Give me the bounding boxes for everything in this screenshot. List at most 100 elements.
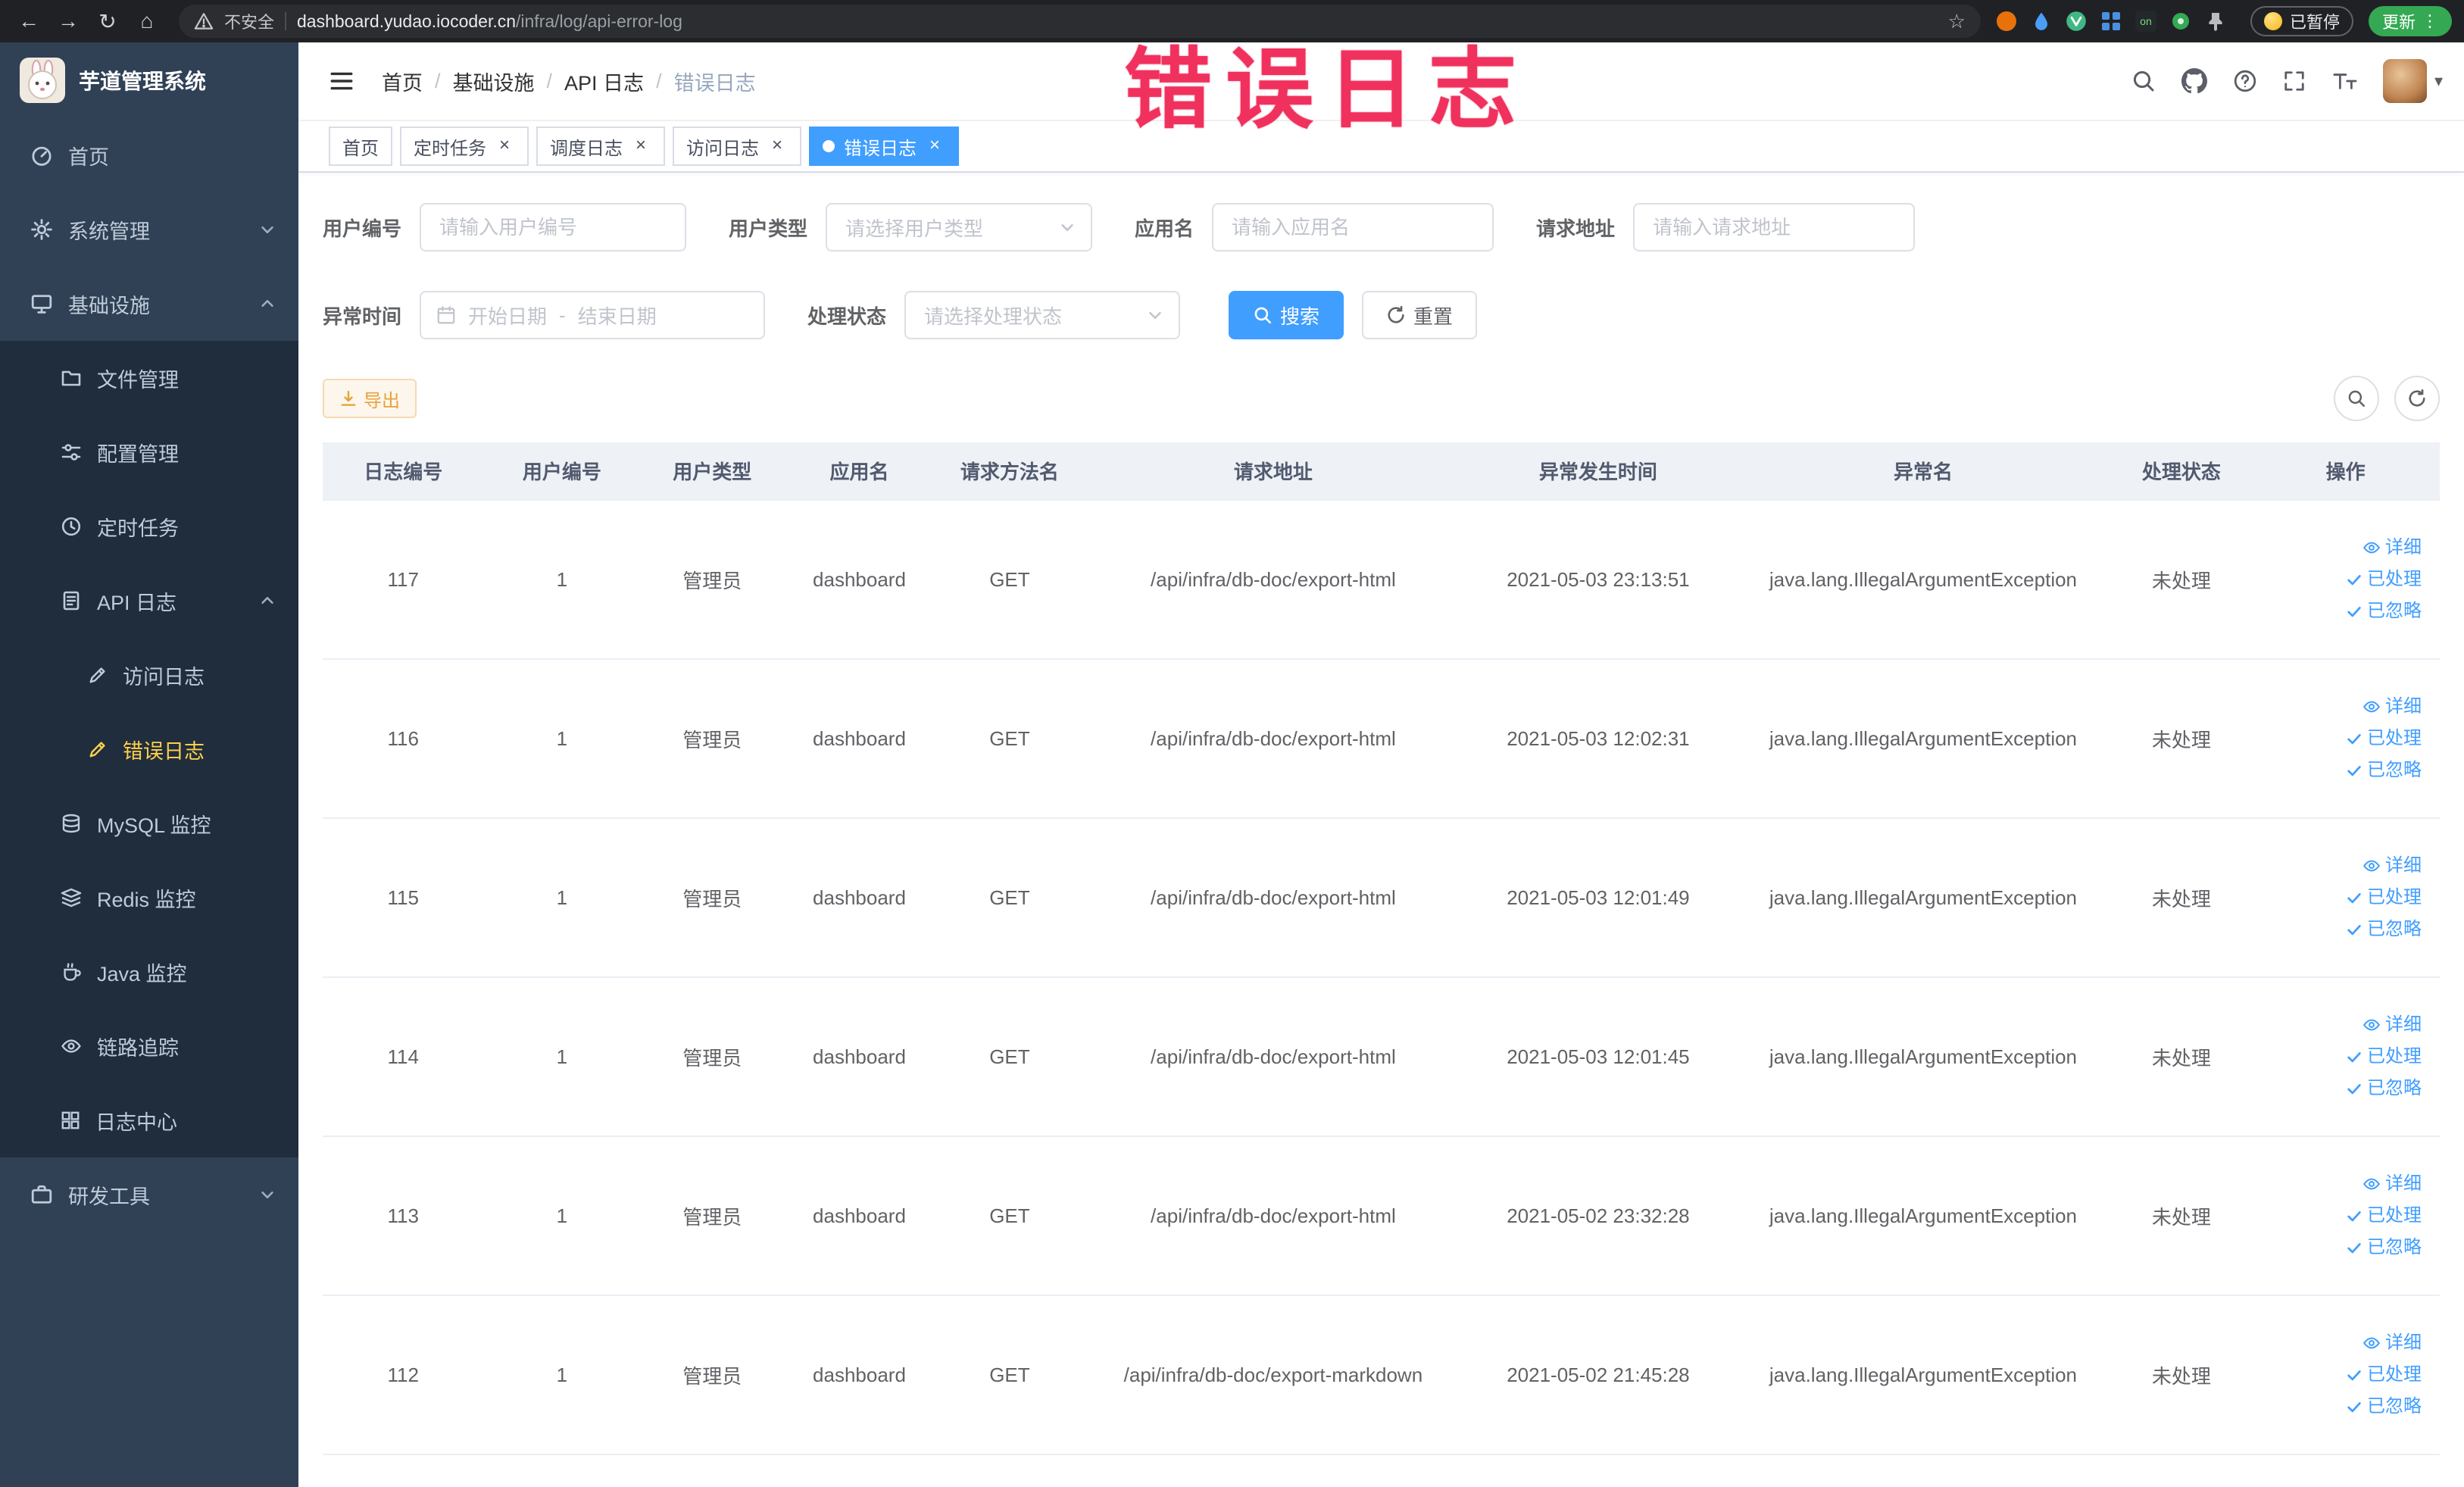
processed-link[interactable]: 已处理 <box>2251 723 2422 754</box>
app-name-input[interactable] <box>1212 203 1494 251</box>
paused-badge[interactable]: 已暂停 <box>2250 6 2353 36</box>
cell-method: GET <box>934 500 1085 660</box>
sidebar-item-home[interactable]: 首页 <box>0 118 298 192</box>
sidebar-item-error-log[interactable]: 错误日志 <box>0 712 298 786</box>
pin-extension-icon[interactable] <box>2205 11 2226 32</box>
detail-link[interactable]: 详细 <box>2251 532 2422 564</box>
sidebar-item-file-mgmt[interactable]: 文件管理 <box>0 341 298 415</box>
browser-home-icon[interactable]: ⌂ <box>130 5 164 38</box>
exception-time-range-picker[interactable]: 开始日期 - 结束日期 <box>420 291 766 339</box>
sidebar-item-access-log[interactable]: 访问日志 <box>0 638 298 712</box>
sidebar-item-config-mgmt[interactable]: 配置管理 <box>0 415 298 489</box>
browser-menu-kebab-icon[interactable]: ⋮ <box>2422 11 2438 31</box>
fullscreen-icon[interactable] <box>2283 70 2306 92</box>
drop-extension-icon[interactable] <box>2031 11 2052 32</box>
vue-devtools-icon[interactable] <box>2066 11 2087 32</box>
tags-view-tab[interactable]: 定时任务 × <box>400 127 529 166</box>
refresh-button[interactable] <box>2394 376 2440 421</box>
sidebar-item-log-center[interactable]: 日志中心 <box>0 1083 298 1157</box>
filter-label: 用户类型 <box>729 217 808 240</box>
browser-reload-icon[interactable]: ↻ <box>91 5 124 38</box>
ignored-link[interactable]: 已忽略 <box>2251 1073 2422 1104</box>
request-url-input[interactable] <box>1633 203 1916 251</box>
processed-link[interactable]: 已处理 <box>2251 1200 2422 1232</box>
cell-time: 2021-05-03 12:01:45 <box>1461 977 1735 1137</box>
record-extension-icon[interactable] <box>1996 11 2017 32</box>
ignored-link[interactable]: 已忽略 <box>2251 754 2422 786</box>
sidebar-item-scheduled-jobs[interactable]: 定时任务 <box>0 489 298 564</box>
proxy-on-icon[interactable]: on <box>2135 11 2156 32</box>
sidebar-item-system-mgmt[interactable]: 系统管理 <box>0 192 298 267</box>
cell-request-url: /api/infra/db-doc/export-html <box>1085 818 1462 978</box>
font-size-icon[interactable] <box>2331 70 2357 92</box>
sidebar-item-java-monitor[interactable]: Java 监控 <box>0 935 298 1009</box>
sidebar-item-trace[interactable]: 链路追踪 <box>0 1009 298 1083</box>
document-icon <box>61 590 82 611</box>
tab-close-icon[interactable]: × <box>924 136 945 157</box>
detail-link[interactable]: 详细 <box>2251 1009 2422 1041</box>
cell-method: GET <box>934 818 1085 978</box>
cell-log-id: 117 <box>323 500 484 660</box>
bookmark-star-icon[interactable]: ☆ <box>1948 10 1966 33</box>
chevron-down-icon <box>259 1186 276 1203</box>
detail-link[interactable]: 详细 <box>2251 1168 2422 1200</box>
processed-link[interactable]: 已处理 <box>2251 882 2422 914</box>
cell-log-id: 114 <box>323 977 484 1137</box>
tab-close-icon[interactable]: × <box>494 136 515 157</box>
cell-log-id: 112 <box>323 1295 484 1455</box>
sidebar-item-infrastructure[interactable]: 基础设施 <box>0 267 298 341</box>
tab-close-icon[interactable]: × <box>767 136 788 157</box>
user-type-select[interactable]: 请选择用户类型 <box>826 203 1093 251</box>
cell-request-url: /api/infra/db-doc/export-html <box>1085 977 1462 1137</box>
ignored-link[interactable]: 已忽略 <box>2251 595 2422 627</box>
breadcrumb-item[interactable]: API 日志 <box>564 67 644 96</box>
tab-close-icon[interactable]: × <box>630 136 651 157</box>
hamburger-icon[interactable] <box>320 68 364 94</box>
process-status-select[interactable]: 请选择处理状态 <box>904 291 1181 339</box>
sidebar-item-redis-monitor[interactable]: Redis 监控 <box>0 861 298 935</box>
user-id-input[interactable] <box>420 203 687 251</box>
breadcrumb-item[interactable]: 首页 <box>382 67 423 96</box>
detail-link[interactable]: 详细 <box>2251 1327 2422 1359</box>
tags-view-tab[interactable]: 首页 <box>329 127 392 166</box>
ignored-link[interactable]: 已忽略 <box>2251 1391 2422 1423</box>
grid-extension-icon[interactable] <box>2100 11 2122 32</box>
sidebar-item-label: 首页 <box>68 145 109 169</box>
browser-update-button[interactable]: 更新 ⋮ <box>2368 6 2452 36</box>
processed-link[interactable]: 已处理 <box>2251 1041 2422 1073</box>
tags-view-tab[interactable]: 访问日志 × <box>673 127 801 166</box>
export-button[interactable]: 导出 <box>323 379 417 418</box>
search-button[interactable]: 搜索 <box>1229 291 1344 339</box>
detail-link[interactable]: 详细 <box>2251 850 2422 882</box>
tags-view-tab[interactable]: 调度日志 × <box>536 127 665 166</box>
reset-button[interactable]: 重置 <box>1362 291 1478 339</box>
ignored-link[interactable]: 已忽略 <box>2251 914 2422 945</box>
browser-forward-icon[interactable]: → <box>52 5 85 38</box>
help-icon[interactable] <box>2233 69 2257 93</box>
sidebar-item-mysql-monitor[interactable]: MySQL 监控 <box>0 786 298 861</box>
green-extension-icon[interactable] <box>2170 11 2191 32</box>
tags-view-tab[interactable]: 错误日志 × <box>809 127 959 166</box>
app-logo[interactable]: 芋道管理系统 <box>0 42 298 118</box>
column-header: 用户编号 <box>483 442 641 501</box>
tab-label: 定时任务 <box>414 138 486 159</box>
grid-icon <box>61 1111 80 1130</box>
detail-link[interactable]: 详细 <box>2251 691 2422 723</box>
processed-link[interactable]: 已处理 <box>2251 1359 2422 1391</box>
user-menu[interactable]: ▾ <box>2382 59 2443 103</box>
search-icon[interactable] <box>2131 69 2156 93</box>
hide-search-button[interactable] <box>2334 376 2379 421</box>
processed-link[interactable]: 已处理 <box>2251 564 2422 595</box>
ignored-link[interactable]: 已忽略 <box>2251 1232 2422 1264</box>
cell-app-name: dashboard <box>784 1295 935 1455</box>
column-header: 用户类型 <box>640 442 785 501</box>
sidebar-item-dev-tools[interactable]: 研发工具 <box>0 1157 298 1232</box>
column-header: 处理状态 <box>2111 442 2252 501</box>
breadcrumb-item[interactable]: 基础设施 <box>453 67 535 96</box>
browser-back-icon[interactable]: ← <box>12 5 45 38</box>
paused-badge-label: 已暂停 <box>2289 13 2340 32</box>
cell-app-name: dashboard <box>784 659 935 819</box>
sidebar-item-api-log[interactable]: API 日志 <box>0 564 298 638</box>
address-bar[interactable]: 不安全 dashboard.yudao.iocoder.cn/infra/log… <box>179 5 1981 38</box>
github-icon[interactable] <box>2181 68 2207 94</box>
